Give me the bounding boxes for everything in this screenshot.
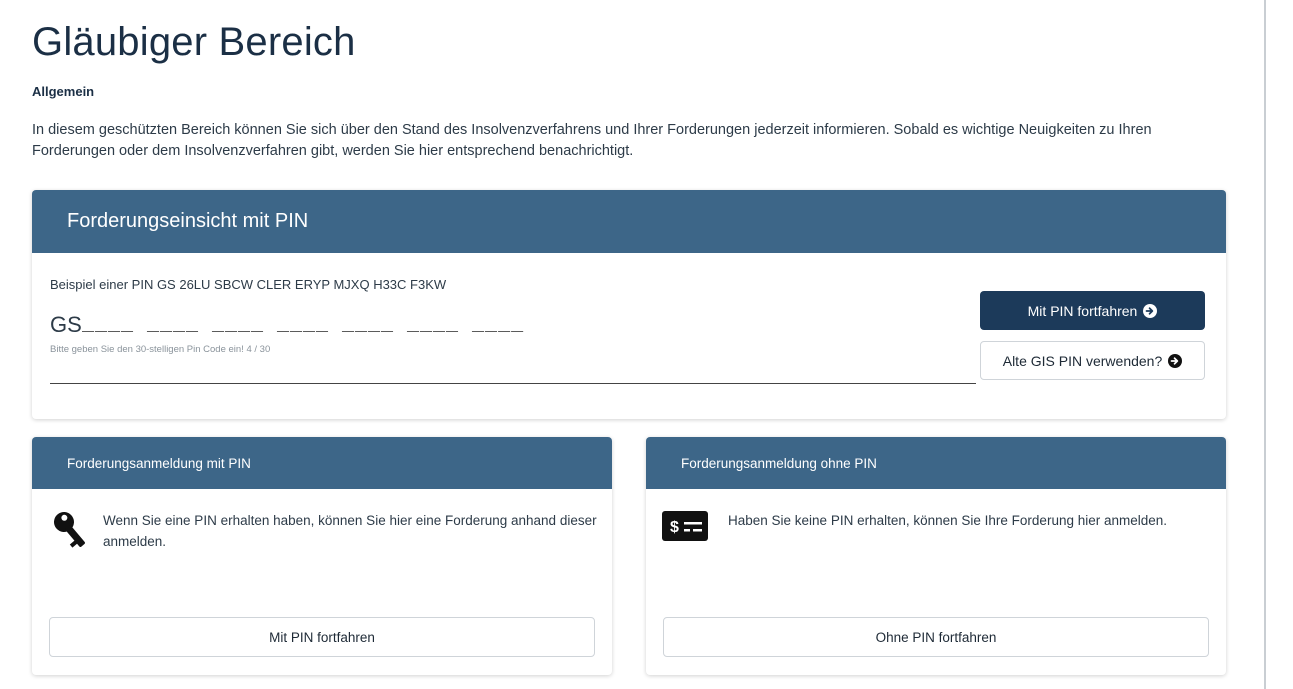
circle-arrow-right-icon <box>1143 303 1158 318</box>
card-with-pin-text: Wenn Sie eine PIN erhalten haben, können… <box>103 513 597 549</box>
intro-text: In diesem geschützten Bereich können Sie… <box>32 122 1152 159</box>
money-bill-icon: $ <box>662 511 708 541</box>
pin-card-header: Forderungseinsicht mit PIN <box>32 190 1226 253</box>
pin-example-text: Beispiel einer PIN GS 26LU SBCW CLER ERY… <box>50 277 447 292</box>
register-with-pin-button[interactable]: Mit PIN fortfahren <box>49 617 595 657</box>
section-label: Allgemein <box>32 84 95 99</box>
pin-prefix: GS <box>50 312 82 337</box>
card-without-pin-title: Forderungsanmeldung ohne PIN <box>681 455 877 471</box>
continue-with-pin-button[interactable]: Mit PIN fortfahren <box>980 291 1205 330</box>
use-old-gis-pin-button[interactable]: Alte GIS PIN verwenden? <box>980 341 1205 380</box>
pin-card-title: Forderungseinsicht mit PIN <box>67 210 309 232</box>
page-title: Gläubiger Bereich <box>32 20 356 64</box>
card-with-pin-header: Forderungsanmeldung mit PIN <box>32 437 612 489</box>
register-without-pin-button[interactable]: Ohne PIN fortfahren <box>663 617 1209 657</box>
continue-with-pin-label: Mit PIN fortfahren <box>1027 302 1138 319</box>
claim-registration-with-pin-card: Forderungsanmeldung mit PIN Wenn Sie ein… <box>32 437 612 675</box>
card-with-pin-title: Forderungsanmeldung mit PIN <box>67 455 251 471</box>
money-bill-symbol: $ <box>670 519 679 536</box>
card-without-pin-text: Haben Sie keine PIN erhalten, können Sie… <box>728 513 1168 528</box>
pin-input[interactable] <box>82 310 602 340</box>
use-old-gis-pin-label: Alte GIS PIN verwenden? <box>1002 352 1163 369</box>
claim-registration-without-pin-card: Forderungsanmeldung ohne PIN $ Haben Sie… <box>646 437 1226 675</box>
scrollbar-edge <box>1264 0 1266 689</box>
pin-hint: Bitte geben Sie den 30-stelligen Pin Cod… <box>50 344 271 355</box>
key-icon <box>53 512 85 548</box>
circle-arrow-right-icon <box>1168 353 1183 368</box>
pin-view-card: Forderungseinsicht mit PIN Beispiel eine… <box>32 190 1226 419</box>
pin-field: GS Bitte geben Sie den 30-stelligen Pin … <box>50 310 976 384</box>
card-without-pin-header: Forderungsanmeldung ohne PIN <box>646 437 1226 489</box>
